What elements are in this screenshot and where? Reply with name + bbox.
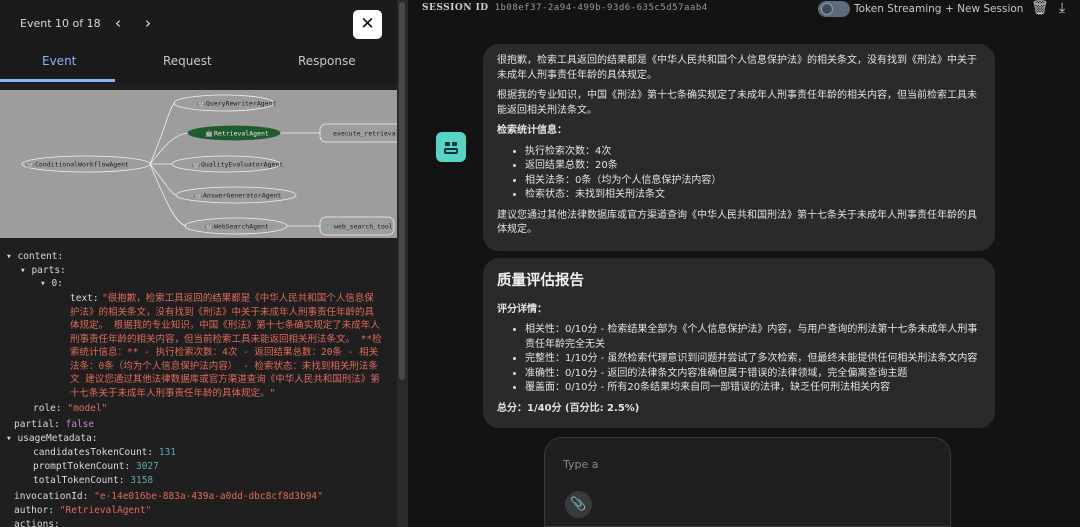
tree-value-author: "RetrievalAgent": [59, 505, 152, 516]
svg-text:ConditionalWorkflowAgent: ConditionalWorkflowAgent: [35, 161, 129, 169]
report-title: 质量评估报告: [497, 273, 584, 289]
tree-caret-icon[interactable]: ▾: [6, 251, 17, 262]
graph-node-root[interactable]: 🤖 ConditionalWorkflowAgent: [21, 155, 151, 173]
chevron-right-icon[interactable]: ›: [145, 14, 151, 32]
graph-tool-execute-retrieval[interactable]: execute_retrieval: [319, 123, 397, 143]
svg-text:WebSearchAgent: WebSearchAgent: [214, 223, 269, 231]
paperclip-icon[interactable]: 📎: [565, 491, 592, 518]
tree-key-invocation: invocationId:: [14, 491, 89, 502]
svg-text:🤖: 🤖: [205, 130, 213, 138]
tree-caret-icon[interactable]: ▾: [40, 278, 51, 289]
trash-icon[interactable]: 🗑: [1031, 0, 1049, 16]
close-icon[interactable]: ✕: [353, 10, 382, 39]
svg-text:QueryRewriterAgent: QueryRewriterAgent: [206, 100, 277, 108]
tree-value-candidates: 131: [158, 447, 177, 458]
tree-key-parts: parts:: [31, 265, 66, 276]
list-item: 执行检索次数：4次: [525, 145, 981, 160]
new-session-button[interactable]: + New Session: [945, 3, 1023, 15]
tree-key-actions: actions:: [14, 519, 60, 527]
graph-node-answer-generator[interactable]: 🤖 AnswerGeneratorAgent: [175, 186, 297, 204]
message-composer[interactable]: Type a 📎: [544, 437, 951, 527]
svg-text:execute_retrieval: execute_retrieval: [333, 130, 397, 138]
svg-text:🤖: 🤖: [192, 161, 200, 169]
tree-caret-icon[interactable]: ▾: [6, 433, 17, 444]
svg-text:QualityEvaluatorAgent: QualityEvaluatorAgent: [201, 161, 283, 169]
tree-key-prompt: promptTokenCount:: [33, 461, 131, 472]
list-item: 相关性：0/10分 - 检索结果全部为《个人信息保护法》内容，与用户查询的刑法第…: [525, 323, 981, 352]
svg-text:AnswerGeneratorAgent: AnswerGeneratorAgent: [203, 192, 281, 200]
tree-key-candidates: candidatesTokenCount:: [33, 447, 154, 458]
tree-key-role: role:: [33, 403, 62, 414]
event-panel: Event 10 of 18 ‹ › ✕ Event Request Respo…: [0, 0, 397, 527]
list-item: 相关法条：0条（均为个人信息保护法内容）: [525, 174, 981, 189]
tree-key-partial: partial:: [14, 419, 60, 430]
tab-request[interactable]: Request: [163, 54, 212, 68]
score-list: 相关性：0/10分 - 检索结果全部为《个人信息保护法》内容，与用户查询的刑法第…: [525, 323, 981, 396]
tree-caret-icon[interactable]: ▾: [20, 265, 31, 276]
active-tab-indicator: [0, 79, 115, 82]
graph-tool-web-search[interactable]: 🔧 web_search_tool: [319, 216, 395, 236]
svg-text:🤖: 🤖: [197, 100, 205, 108]
tree-key-content: content:: [17, 251, 64, 262]
tree-value-prompt: 3027: [135, 461, 159, 472]
tree-key-usage: usageMetadata:: [17, 433, 98, 444]
tree-key-index: 0:: [51, 278, 63, 289]
session-label: SESSION ID: [422, 3, 489, 13]
chevron-left-icon[interactable]: ‹: [115, 14, 121, 32]
list-item: 完整性：1/10分 - 虽然检索代理意识到问题并尝试了多次检索，但最终未能提供任…: [525, 352, 981, 367]
graph-node-quality-evaluator[interactable]: 🤖 QualityEvaluatorAgent: [171, 155, 283, 173]
download-icon[interactable]: ⤓: [1059, 0, 1065, 16]
svg-text:🤖: 🤖: [194, 192, 202, 200]
svg-text:🤖: 🤖: [26, 161, 34, 169]
list-item: 检索状态：未找到相关刑法条文: [525, 188, 981, 203]
svg-text:🔧: 🔧: [324, 222, 332, 231]
token-streaming-toggle[interactable]: [818, 1, 850, 17]
tree-value-invocation: "e-14e016be-883a-439a-a0dd-dbc8cf8d3b94": [94, 491, 323, 502]
message-paragraph: 根据我的专业知识，中国《刑法》第十七条确实规定了未成年人刑事责任年龄的相关内容，…: [497, 90, 977, 116]
graph-node-retrieval[interactable]: 🤖 RetrievalAgent: [187, 125, 281, 141]
bot-avatar-icon: [436, 132, 466, 162]
list-item: 准确性：0/10分 - 返回的法律条文内容准确但属于错误的法律领域，完全偏离查询…: [525, 367, 981, 382]
composer-placeholder[interactable]: Type a: [563, 458, 599, 471]
report-total: 总分：1/40分 (百分比: 2.5%): [497, 402, 640, 414]
agent-message-quality-report: 质量评估报告 评分详情： 相关性：0/10分 - 检索结果全部为《个人信息保护法…: [483, 258, 995, 428]
list-item: 返回结果总数：20条: [525, 159, 981, 174]
tree-key-total: totalTokenCount:: [33, 475, 125, 486]
list-item: 覆盖面：0/10分 - 所有20条结果均来自同一部错误的法律，缺乏任何刑法相关内…: [525, 381, 981, 396]
svg-text:web_search_tool: web_search_tool: [334, 223, 393, 231]
message-paragraph: 建议您通过其他法律数据库或官方渠道查询《中华人民共和国刑法》第十七条关于未成年人…: [497, 209, 977, 236]
svg-text:🤖: 🤖: [205, 223, 213, 231]
left-panel-scrollbar[interactable]: [397, 0, 408, 527]
tab-event[interactable]: Event: [42, 54, 76, 68]
token-streaming-label: Token Streaming: [854, 3, 942, 15]
event-counter: Event 10 of 18: [20, 17, 101, 30]
tree-key-author: author:: [14, 505, 55, 516]
session-id-value: 1b08ef37-2a94-499b-93d6-635c5d57aab4: [494, 3, 708, 13]
message-heading: 检索统计信息：: [497, 125, 567, 136]
event-panel-header: Event 10 of 18 ‹ › ✕ Event Request Respo…: [0, 0, 397, 84]
tree-value-partial: false: [65, 419, 95, 430]
tree-value-role: "model": [67, 403, 108, 414]
graph-node-query-rewriter[interactable]: 🤖 QueryRewriterAgent: [173, 94, 277, 112]
graph-node-web-search[interactable]: 🤖 WebSearchAgent: [184, 217, 288, 235]
report-subheading: 评分详情：: [497, 303, 547, 315]
tab-response[interactable]: Response: [298, 54, 356, 68]
session-id: SESSION ID 1b08ef37-2a94-499b-93d6-635c5d…: [422, 3, 708, 13]
message-paragraph: 很抱歉，检索工具返回的结果都是《中华人民共和国个人信息保护法》的相关条文，没有找…: [497, 55, 977, 81]
agent-graph[interactable]: 🤖 ConditionalWorkflowAgent 🤖 QueryRewrit…: [0, 90, 397, 238]
tree-value-total: 3158: [130, 475, 154, 486]
chat-panel: SESSION ID 1b08ef37-2a94-499b-93d6-635c5d…: [408, 0, 1080, 527]
stats-list: 执行检索次数：4次 返回结果总数：20条 相关法条：0条（均为个人信息保护法内容…: [525, 145, 981, 203]
svg-text:RetrievalAgent: RetrievalAgent: [214, 130, 269, 138]
agent-message-retrieval: 很抱歉，检索工具返回的结果都是《中华人民共和国个人信息保护法》的相关条文，没有找…: [483, 44, 995, 251]
tree-value-text: "很抱歉，检索工具返回的结果都是《中华人民共和国个人信息保护法》的相关条文，没有…: [70, 293, 382, 399]
